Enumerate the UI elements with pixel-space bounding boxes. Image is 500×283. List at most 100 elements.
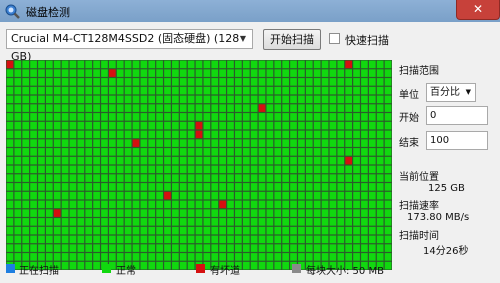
normal-block — [384, 86, 392, 95]
normal-block — [282, 121, 289, 130]
normal-block — [109, 244, 116, 252]
normal-block — [227, 235, 234, 244]
legend-scanning-swatch — [6, 264, 15, 273]
normal-block — [156, 200, 163, 209]
normal-block — [345, 139, 353, 147]
normal-block — [329, 165, 337, 174]
normal-block — [353, 148, 360, 156]
normal-block — [274, 253, 282, 261]
normal-block — [321, 226, 329, 235]
normal-block — [384, 113, 392, 121]
normal-block — [172, 156, 179, 165]
normal-block — [361, 218, 368, 226]
normal-block — [187, 104, 195, 112]
normal-block — [219, 113, 226, 121]
normal-block — [298, 104, 305, 112]
title-bar[interactable]: 磁盘检测 ✕ — [0, 0, 500, 22]
normal-block — [282, 261, 289, 270]
dropdown-arrow-icon[interactable]: ▼ — [240, 30, 246, 48]
normal-block — [22, 95, 30, 104]
normal-block — [187, 60, 195, 69]
normal-block — [179, 78, 187, 86]
normal-block — [85, 244, 93, 252]
normal-block — [148, 209, 156, 217]
normal-block — [187, 174, 195, 182]
normal-block — [30, 244, 37, 252]
normal-block — [61, 261, 69, 270]
normal-block — [345, 95, 353, 104]
normal-block — [85, 139, 93, 147]
fast-scan-label[interactable]: 快速扫描 — [345, 32, 389, 48]
normal-block — [69, 78, 77, 86]
normal-block — [195, 60, 203, 69]
normal-block — [227, 148, 234, 156]
start-scan-button[interactable]: 开始扫描 — [263, 29, 321, 50]
normal-block — [172, 226, 179, 235]
dropdown-arrow-icon[interactable]: ▼ — [466, 84, 471, 101]
normal-block — [187, 165, 195, 174]
normal-block — [242, 130, 250, 139]
normal-block — [290, 174, 297, 182]
normal-block — [140, 244, 148, 252]
normal-block — [148, 86, 156, 95]
normal-block — [227, 226, 234, 235]
normal-block — [140, 200, 148, 209]
normal-block — [45, 200, 53, 209]
normal-block — [38, 78, 45, 86]
normal-block — [353, 218, 360, 226]
normal-block — [164, 209, 171, 217]
scan-time-label: 扫描时间 — [399, 231, 439, 242]
normal-block — [266, 165, 274, 174]
drive-select[interactable]: Crucial M4-CT128M4SSD2 (固态硬盘) (128 GB) ▼ — [6, 29, 253, 63]
normal-block — [290, 121, 297, 130]
normal-block — [195, 86, 203, 95]
legend-bad-swatch — [196, 264, 205, 273]
normal-block — [353, 165, 360, 174]
normal-block — [242, 235, 250, 244]
normal-block — [235, 226, 242, 235]
normal-block — [179, 191, 187, 200]
normal-block — [124, 156, 132, 165]
normal-block — [172, 253, 179, 261]
normal-block — [187, 218, 195, 226]
normal-block — [203, 148, 211, 156]
normal-block — [101, 191, 108, 200]
normal-block — [109, 165, 116, 174]
normal-block — [156, 148, 163, 156]
normal-block — [93, 244, 100, 252]
normal-block — [211, 209, 219, 217]
normal-block — [203, 121, 211, 130]
normal-block — [376, 156, 384, 165]
normal-block — [274, 261, 282, 270]
normal-block — [61, 139, 69, 147]
normal-block — [353, 113, 360, 121]
normal-block — [337, 253, 345, 261]
fast-scan-checkbox[interactable] — [329, 33, 340, 44]
normal-block — [77, 261, 85, 270]
disk-check-window: 磁盘检测 ✕ Crucial M4-CT128M4SSD2 (固态硬盘) (12… — [0, 0, 500, 283]
normal-block — [132, 156, 140, 165]
normal-block — [164, 253, 171, 261]
start-input[interactable]: 0 — [426, 106, 488, 125]
normal-block — [30, 253, 37, 261]
end-input[interactable]: 100 — [426, 131, 488, 150]
normal-block — [45, 226, 53, 235]
normal-block — [337, 148, 345, 156]
normal-block — [274, 165, 282, 174]
normal-block — [250, 148, 258, 156]
normal-block — [116, 183, 124, 191]
normal-block — [384, 200, 392, 209]
normal-block — [53, 130, 61, 139]
normal-block — [53, 191, 61, 200]
normal-block — [85, 60, 93, 69]
normal-block — [353, 130, 360, 139]
normal-block — [298, 121, 305, 130]
close-button[interactable]: ✕ — [456, 0, 500, 20]
normal-block — [345, 226, 353, 235]
normal-block — [227, 86, 234, 95]
normal-block — [250, 78, 258, 86]
normal-block — [38, 226, 45, 235]
normal-block — [93, 209, 100, 217]
unit-select[interactable]: 百分比 ▼ — [426, 83, 476, 102]
normal-block — [61, 78, 69, 86]
